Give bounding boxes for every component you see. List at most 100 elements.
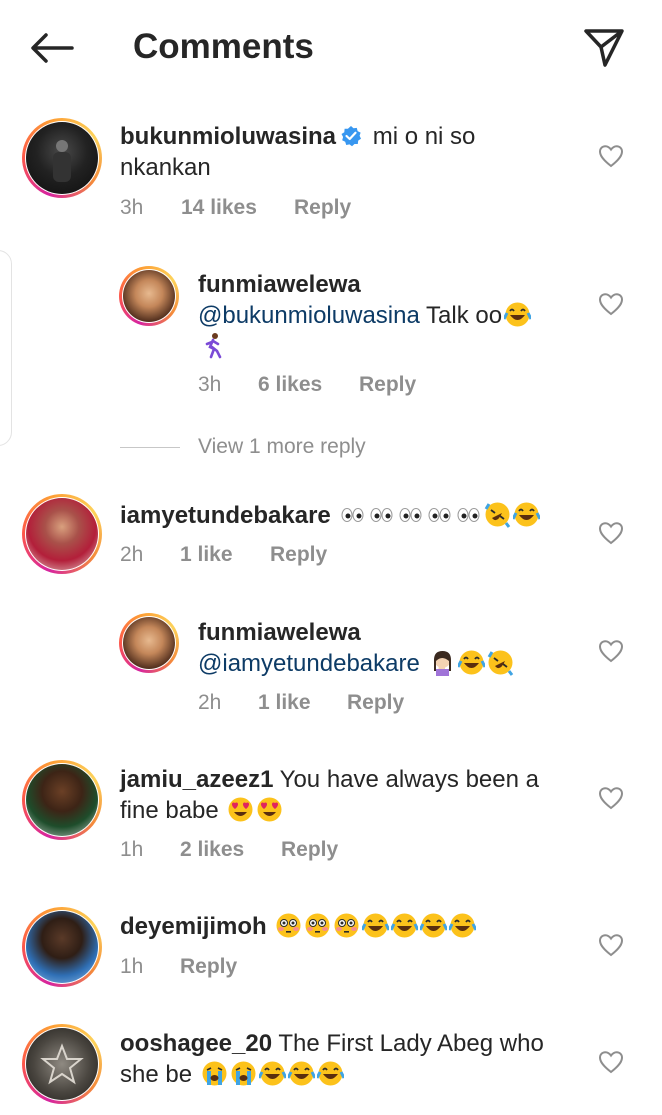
laughing-tears-emoji [456,649,486,676]
laughing-tears-emoji [448,912,478,939]
like-heart-icon[interactable] [598,1050,624,1074]
laughing-tears-emoji [286,1060,317,1087]
rolling-laughing-emoji [484,501,511,528]
crying-loudly-emoji [201,1060,228,1087]
comment-username[interactable]: jamiu_azeez1 [120,766,273,793]
mention-link[interactable]: @iamyetundebakare [198,650,420,677]
likes-count[interactable]: 6 likes [258,373,359,397]
flushed-face-emoji [275,912,302,939]
arrow-left-icon [31,33,74,63]
eyes-emoji [368,501,395,528]
eyes-emoji [455,501,482,528]
laughing-tears-emoji [315,1060,346,1087]
send-paper-plane-icon [584,29,624,67]
rolling-laughing-emoji [487,649,514,676]
comment-text: iamyetundebakare [120,500,580,531]
reply-button[interactable]: Reply [180,955,237,979]
woman-facepalming-emoji [429,649,456,676]
comment-body-line2: she be [120,1061,193,1088]
avatar[interactable] [119,266,179,326]
view-more-label: View 1 more reply [198,435,366,458]
comment-username[interactable]: bukunmioluwasina [120,123,336,150]
comment-time: 1h [120,955,144,978]
laughing-tears-emoji [257,1060,288,1087]
likes-count[interactable]: 14 likes [181,196,294,220]
eyes-emoji-group [337,501,542,529]
comment-time: 3h [198,373,222,396]
page-title: Comments [133,27,314,66]
share-button[interactable] [580,26,628,70]
comment-meta: 3h 14 likes Reply [120,196,351,220]
comment-username[interactable]: funmiawelewa [198,619,361,646]
like-heart-icon[interactable] [598,639,624,663]
back-button[interactable] [28,26,76,70]
avatar[interactable] [22,494,102,574]
laughing-tears-emoji [502,301,533,328]
verified-badge-icon [341,126,362,147]
comment-body-line2: nkankan [120,154,211,181]
comment-body: The First Lady Abeg who [278,1030,544,1057]
like-heart-icon[interactable] [598,292,624,316]
eyes-emoji [339,501,366,528]
comment-time: 2h [120,543,144,566]
divider-line [120,446,180,448]
likes-count[interactable]: 1 like [258,691,347,715]
comment-body-line2: fine babe [120,797,219,824]
likes-count[interactable]: 1 like [180,543,270,567]
comment-meta: 1h Reply [120,955,237,979]
flushed-face-emoji [304,912,331,939]
header-bar: Comments [0,0,662,96]
comment-body: You have always been a [279,766,539,793]
comment-username[interactable]: deyemijimoh [120,913,267,940]
comment-time: 1h [120,838,144,861]
reply-button[interactable]: Reply [281,838,338,862]
view-more-replies-button[interactable]: View 1 more reply [120,435,366,459]
reply-button[interactable]: Reply [347,691,404,715]
reply-button[interactable]: Reply [294,196,351,220]
avatar[interactable] [22,118,102,198]
laughing-tears-emoji [419,912,449,939]
avatar[interactable] [22,760,102,840]
laughing-tears-emoji [512,501,542,528]
eyes-emoji [397,501,424,528]
comment-meta: 1h 2 likes Reply [120,838,338,862]
laughing-tears-emoji [361,912,391,939]
heart-eyes-emoji [227,796,254,823]
like-heart-icon[interactable] [598,786,624,810]
comment-body: mi o ni so [372,123,476,150]
like-heart-icon[interactable] [598,521,624,545]
comment-meta: 2h 1 like Reply [120,543,327,567]
running-woman-emoji [200,332,227,359]
comment-text: funmiawelewa @iamyetundebakare [198,617,578,679]
avatar[interactable] [22,1024,102,1104]
comment-username[interactable]: iamyetundebakare [120,502,331,529]
like-heart-icon[interactable] [598,144,624,168]
mention-link[interactable]: @bukunmioluwasina [198,302,420,329]
comment-username[interactable]: funmiawelewa [198,271,361,298]
avatar[interactable] [119,613,179,673]
comment-text: bukunmioluwasina mi o ni so nkankan [120,121,580,183]
side-edge-panel[interactable] [0,250,12,446]
laughing-tears-emoji [390,912,420,939]
emoji-group [273,912,478,940]
like-heart-icon[interactable] [598,933,624,957]
heart-eyes-emoji [256,796,283,823]
reply-button[interactable]: Reply [270,543,327,567]
comment-text: ooshagee_20 The First Lady Abeg who she … [120,1028,580,1090]
comment-meta: 3h 6 likes Reply [198,373,416,397]
avatar[interactable] [22,907,102,987]
comment-time: 2h [198,691,222,714]
crying-loudly-emoji [230,1060,257,1087]
star-logo-icon [40,1043,84,1085]
flushed-face-emoji [333,912,360,939]
comment-meta: 2h 1 like Reply [198,691,404,715]
comment-text: jamiu_azeez1 You have always been a fine… [120,764,580,826]
likes-count[interactable]: 2 likes [180,838,281,862]
comment-text: deyemijimoh [120,911,580,942]
comment-body: Talk oo [426,302,503,329]
reply-button[interactable]: Reply [359,373,416,397]
comment-username[interactable]: ooshagee_20 [120,1030,272,1057]
eyes-emoji [426,501,453,528]
comment-time: 3h [120,196,144,219]
comment-text: funmiawelewa @bukunmioluwasina Talk oo [198,269,578,362]
